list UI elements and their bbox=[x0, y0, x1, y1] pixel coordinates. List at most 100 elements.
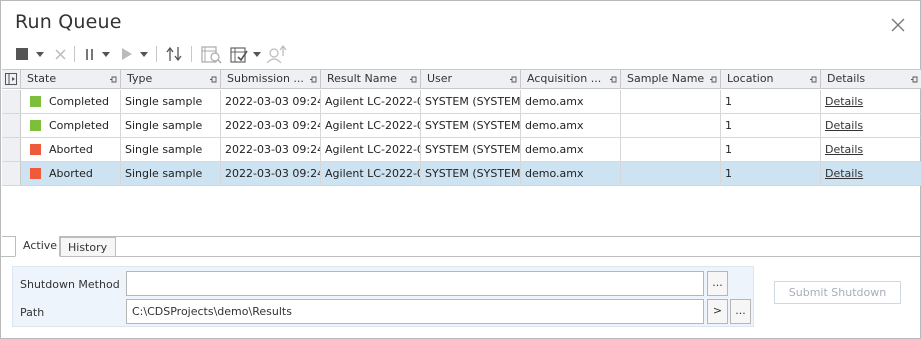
type-cell: Single sample bbox=[121, 90, 221, 113]
table-row[interactable]: Completed Single sample 2022-03-03 09:24… bbox=[2, 90, 921, 114]
column-label: User bbox=[427, 72, 453, 85]
table-row[interactable]: Completed Single sample 2022-03-03 09:24… bbox=[2, 114, 921, 138]
pause-icon bbox=[86, 48, 94, 60]
column-label: State bbox=[27, 72, 57, 85]
sample-name-cell bbox=[621, 162, 721, 185]
table-row[interactable]: Aborted Single sample 2022-03-03 09:24: … bbox=[2, 138, 921, 162]
pin-icon[interactable] bbox=[110, 76, 117, 83]
column-label: Acquisition ... bbox=[527, 72, 602, 85]
details-cell: Details bbox=[821, 114, 921, 137]
column-header-acquisition[interactable]: Acquisition ... bbox=[521, 70, 621, 89]
shutdown-method-browse-button[interactable]: ... bbox=[707, 271, 728, 296]
column-header-submission[interactable]: Submission ... bbox=[221, 70, 321, 89]
state-cell: Completed bbox=[21, 90, 121, 113]
state-cell: Completed bbox=[21, 114, 121, 137]
stop-button[interactable] bbox=[15, 41, 29, 67]
row-header[interactable] bbox=[2, 114, 21, 137]
method-icon bbox=[229, 44, 249, 64]
user-cell: SYSTEM (SYSTEM) bbox=[421, 114, 521, 137]
details-cell: Details bbox=[821, 138, 921, 161]
pin-icon[interactable] bbox=[710, 76, 717, 83]
tab-history[interactable]: History bbox=[60, 237, 116, 257]
details-cell: Details bbox=[821, 90, 921, 113]
table-row-selected[interactable]: Aborted Single sample 2022-03-03 09:24: … bbox=[2, 162, 921, 186]
sample-view-button[interactable] bbox=[199, 41, 223, 67]
state-text: Completed bbox=[49, 95, 109, 108]
toolbar bbox=[13, 41, 313, 67]
state-text: Aborted bbox=[49, 167, 93, 180]
details-link[interactable]: Details bbox=[825, 119, 863, 132]
location-cell: 1 bbox=[721, 90, 821, 113]
column-header-sample-name[interactable]: Sample Name bbox=[621, 70, 721, 89]
column-chooser-icon[interactable] bbox=[2, 70, 21, 89]
run-queue-window: Run Queue State Type Submission ... Resu… bbox=[0, 0, 921, 339]
details-link[interactable]: Details bbox=[825, 95, 863, 108]
window-title: Run Queue bbox=[15, 11, 122, 33]
pin-icon[interactable] bbox=[911, 76, 918, 83]
column-label: Sample Name bbox=[627, 72, 705, 85]
method-button[interactable] bbox=[228, 41, 250, 67]
user-cell: SYSTEM (SYSTEM) bbox=[421, 138, 521, 161]
type-cell: Single sample bbox=[121, 114, 221, 137]
state-text: Completed bbox=[49, 119, 109, 132]
tab-active[interactable]: Active bbox=[15, 236, 60, 257]
submission-cell: 2022-03-03 09:24: bbox=[221, 90, 321, 113]
row-header[interactable] bbox=[2, 90, 21, 113]
column-header-type[interactable]: Type bbox=[121, 70, 221, 89]
pin-icon[interactable] bbox=[610, 76, 617, 83]
dropdown-arrow-icon bbox=[102, 51, 110, 57]
sample-view-icon bbox=[200, 44, 222, 64]
type-cell: Single sample bbox=[121, 162, 221, 185]
location-cell: 1 bbox=[721, 162, 821, 185]
state-indicator bbox=[30, 144, 41, 155]
state-indicator bbox=[30, 120, 41, 131]
column-label: Type bbox=[127, 72, 153, 85]
resume-dropdown[interactable] bbox=[139, 41, 149, 67]
acquisition-cell: demo.amx bbox=[521, 138, 621, 161]
cancel-button[interactable] bbox=[53, 41, 67, 67]
details-link[interactable]: Details bbox=[825, 167, 863, 180]
shutdown-form: Shutdown Method ... Path C:\CDSProjects\… bbox=[12, 266, 754, 327]
submit-shutdown-button[interactable]: Submit Shutdown bbox=[774, 281, 901, 304]
result-name-cell: Agilent LC-2022-0 bbox=[321, 90, 421, 113]
toolbar-separator bbox=[191, 46, 192, 62]
row-header[interactable] bbox=[2, 162, 21, 185]
column-header-user[interactable]: User bbox=[421, 70, 521, 89]
column-header-result-name[interactable]: Result Name bbox=[321, 70, 421, 89]
table-header: State Type Submission ... Result Name Us… bbox=[2, 70, 921, 89]
pause-button[interactable] bbox=[84, 41, 96, 67]
resume-icon bbox=[122, 48, 132, 60]
details-link[interactable]: Details bbox=[825, 143, 863, 156]
pin-icon[interactable] bbox=[210, 76, 217, 83]
pin-icon[interactable] bbox=[510, 76, 517, 83]
shutdown-method-input[interactable] bbox=[126, 271, 704, 296]
path-go-button[interactable]: > bbox=[707, 299, 728, 324]
column-label: Result Name bbox=[327, 72, 397, 85]
method-dropdown[interactable] bbox=[252, 41, 262, 67]
column-header-location[interactable]: Location bbox=[721, 70, 821, 89]
path-browse-button[interactable]: ... bbox=[730, 299, 751, 324]
pin-icon[interactable] bbox=[310, 76, 317, 83]
close-icon[interactable] bbox=[888, 15, 908, 35]
state-indicator bbox=[30, 96, 41, 107]
run-queue-table: State Type Submission ... Result Name Us… bbox=[2, 69, 921, 237]
user-cell: SYSTEM (SYSTEM) bbox=[421, 90, 521, 113]
move-button[interactable] bbox=[164, 41, 184, 67]
state-text: Aborted bbox=[49, 143, 93, 156]
column-header-details[interactable]: Details bbox=[821, 70, 921, 89]
column-header-state[interactable]: State bbox=[21, 70, 121, 89]
submission-cell: 2022-03-03 09:24: bbox=[221, 138, 321, 161]
user-button[interactable] bbox=[265, 41, 289, 67]
row-header[interactable] bbox=[2, 138, 21, 161]
stop-dropdown[interactable] bbox=[35, 41, 45, 67]
result-name-cell: Agilent LC-2022-0 bbox=[321, 138, 421, 161]
path-input[interactable]: C:\CDSProjects\demo\Results bbox=[126, 299, 704, 324]
submission-cell: 2022-03-03 09:24: bbox=[221, 162, 321, 185]
pin-icon[interactable] bbox=[410, 76, 417, 83]
resume-button[interactable] bbox=[120, 41, 134, 67]
shutdown-method-label: Shutdown Method bbox=[20, 278, 120, 291]
tab-strip-divider bbox=[1, 256, 921, 257]
pin-icon[interactable] bbox=[810, 76, 817, 83]
result-name-cell: Agilent LC-2022-0 bbox=[321, 162, 421, 185]
pause-dropdown[interactable] bbox=[101, 41, 111, 67]
